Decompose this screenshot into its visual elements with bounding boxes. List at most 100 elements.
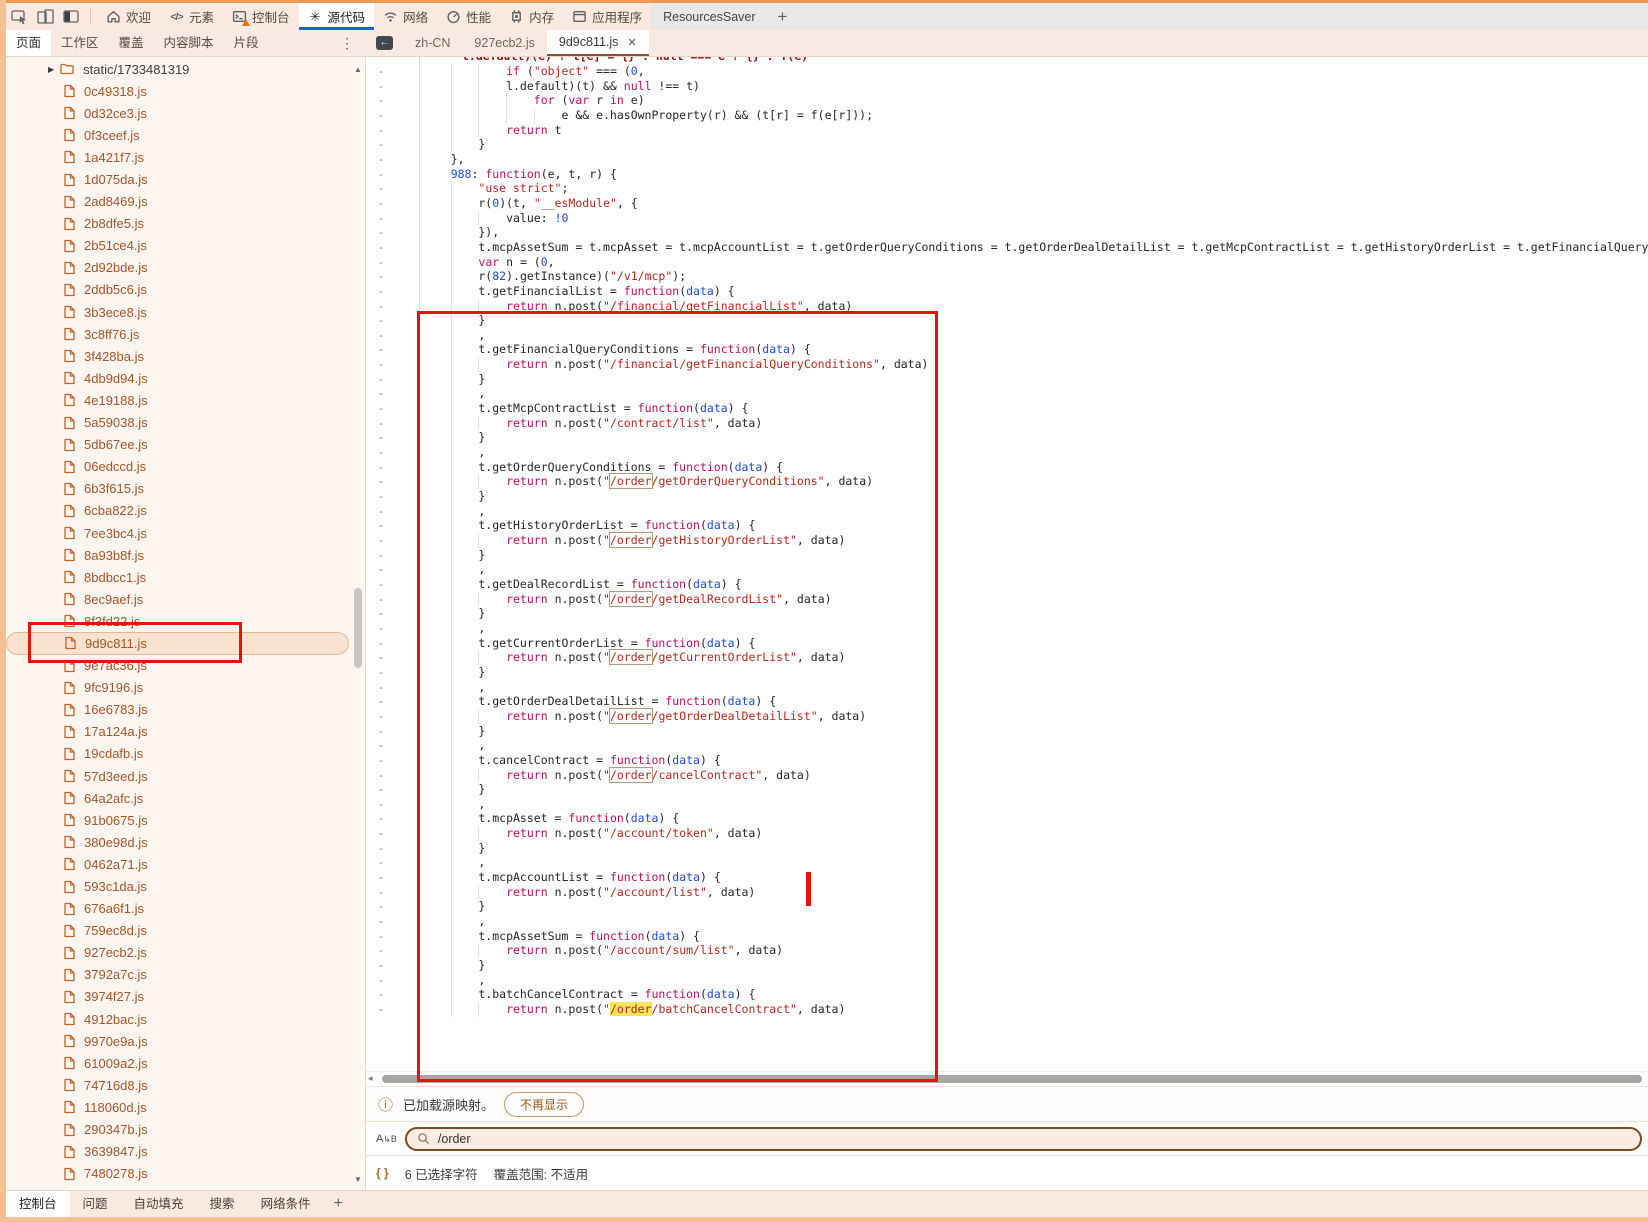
line-gutter-marker[interactable]: - — [366, 386, 396, 401]
line-gutter-marker[interactable]: - — [366, 577, 396, 592]
code-line[interactable]: - t.getOrderQueryConditions = function(d… — [366, 460, 1648, 475]
tree-file-0d32ce3.js[interactable]: 0d32ce3.js — [6, 102, 365, 124]
line-gutter-marker[interactable]: - — [366, 724, 396, 739]
editor-tab-9d9c811.js[interactable]: 9d9c811.js✕ — [547, 30, 649, 56]
code-line[interactable]: - , — [366, 914, 1648, 929]
tree-file-0c49318.js[interactable]: 0c49318.js — [6, 80, 365, 102]
tree-file-6b3f615.js[interactable]: 6b3f615.js — [6, 478, 365, 500]
code-line[interactable]: - } — [366, 430, 1648, 445]
panel-tab-network[interactable]: 网络 — [374, 3, 437, 30]
code-line[interactable]: - if ("object" === (0, — [366, 64, 1648, 79]
code-line[interactable]: - for (var r in e) — [366, 93, 1648, 108]
tree-file-8ec9aef.js[interactable]: 8ec9aef.js — [6, 588, 365, 610]
device-toolbar-icon[interactable] — [32, 3, 58, 30]
code-line[interactable]: - t.getCurrentOrderList = function(data)… — [366, 636, 1648, 651]
line-gutter-marker[interactable]: - — [366, 943, 396, 958]
scroll-down-arrow-icon[interactable]: ▼ — [351, 1175, 365, 1184]
line-gutter-marker[interactable]: - — [366, 929, 396, 944]
navigator-tab-覆盖[interactable]: 覆盖 — [109, 30, 154, 56]
code-line[interactable]: - return n.post("/financial/getFinancial… — [366, 299, 1648, 314]
line-gutter-marker[interactable]: - — [366, 430, 396, 445]
tree-file-06edccd.js[interactable]: 06edccd.js — [6, 456, 365, 478]
line-gutter-marker[interactable]: - — [366, 123, 396, 138]
line-gutter-marker[interactable]: - — [366, 753, 396, 768]
tree-file-19cdafb.js[interactable]: 19cdafb.js — [6, 743, 365, 765]
code-line[interactable]: - return n.post("/financial/getFinancial… — [366, 357, 1648, 372]
code-line[interactable]: - return n.post("/order/getDealRecordLis… — [366, 592, 1648, 607]
line-gutter-marker[interactable]: - — [366, 460, 396, 475]
panel-tab-elements[interactable]: </>元素 — [160, 3, 223, 30]
code-line[interactable]: - return n.post("/order/getHistoryOrderL… — [366, 533, 1648, 548]
tree-file-5db67ee.js[interactable]: 5db67ee.js — [6, 434, 365, 456]
code-line[interactable]: - t.mcpAssetSum = t.mcpAsset = t.mcpAcco… — [366, 240, 1648, 255]
code-line[interactable]: - return n.post("/order/getOrderQueryCon… — [366, 474, 1648, 489]
code-line[interactable]: - } — [366, 841, 1648, 856]
line-gutter-marker[interactable]: - — [366, 372, 396, 387]
code-line[interactable]: - } — [366, 665, 1648, 680]
code-line[interactable]: - } — [366, 958, 1648, 973]
line-gutter-marker[interactable]: - — [366, 196, 396, 211]
code-line[interactable]: - t.getOrderDealDetailList = function(da… — [366, 694, 1648, 709]
code-line[interactable]: - t.mcpAssetSum = function(data) { — [366, 929, 1648, 944]
navigator-tab-内容脚本[interactable]: 内容脚本 — [154, 30, 224, 56]
line-gutter-marker[interactable]: - — [366, 694, 396, 709]
tree-file-7ee3bc4.js[interactable]: 7ee3bc4.js — [6, 522, 365, 544]
scroll-left-arrow-icon[interactable]: ◂ — [368, 1073, 373, 1084]
code-line[interactable]: - return n.post("/account/sum/list", dat… — [366, 943, 1648, 958]
tree-file-1a421f7.js[interactable]: 1a421f7.js — [6, 146, 365, 168]
code-line[interactable]: - , — [366, 445, 1648, 460]
code-line[interactable]: - return n.post("/order/getCurrentOrderL… — [366, 650, 1648, 665]
tree-file-0f3ceef.js[interactable]: 0f3ceef.js — [6, 124, 365, 146]
tree-file-8a93b8f.js[interactable]: 8a93b8f.js — [6, 544, 365, 566]
line-gutter-marker[interactable]: - — [366, 782, 396, 797]
tree-file-380e98d.js[interactable]: 380e98d.js — [6, 831, 365, 853]
more-tabs-button[interactable]: + — [768, 7, 798, 27]
line-gutter-marker[interactable]: - — [366, 255, 396, 270]
tree-file-4e19188.js[interactable]: 4e19188.js — [6, 389, 365, 411]
tree-file-8bdbcc1.js[interactable]: 8bdbcc1.js — [6, 566, 365, 588]
code-editor[interactable]: l.default)(e) ? t[e] = {} : null === e ?… — [366, 57, 1648, 1071]
tree-file-61009a2.js[interactable]: 61009a2.js — [6, 1052, 365, 1074]
code-line[interactable]: - } — [366, 724, 1648, 739]
line-gutter-marker[interactable]: - — [366, 518, 396, 533]
line-gutter-marker[interactable]: - — [366, 489, 396, 504]
tree-file-3c8ff76.js[interactable]: 3c8ff76.js — [6, 323, 365, 345]
panel-tab-sources[interactable]: ✳源代码 — [299, 3, 375, 30]
tree-file-2ad8469.js[interactable]: 2ad8469.js — [6, 191, 365, 213]
tree-file-3b3ece8.js[interactable]: 3b3ece8.js — [6, 301, 365, 323]
tree-folder-row[interactable]: ▶static/1733481319 — [6, 58, 365, 80]
tree-file-2b8dfe5.js[interactable]: 2b8dfe5.js — [6, 213, 365, 235]
navigator-tab-片段[interactable]: 片段 — [224, 30, 269, 56]
tree-file-3792a7c.js[interactable]: 3792a7c.js — [6, 964, 365, 986]
horizontal-scrollbar-thumb[interactable] — [382, 1075, 1642, 1083]
line-gutter-marker[interactable]: - — [366, 313, 396, 328]
tree-file-1d075da.js[interactable]: 1d075da.js — [6, 168, 365, 190]
line-gutter-marker[interactable]: - — [366, 64, 396, 79]
code-line[interactable]: - , — [366, 973, 1648, 988]
code-line[interactable]: - t.mcpAsset = function(data) { — [366, 811, 1648, 826]
code-line[interactable]: - } — [366, 372, 1648, 387]
line-gutter-marker[interactable]: - — [366, 811, 396, 826]
tree-file-3f428ba.js[interactable]: 3f428ba.js — [6, 345, 365, 367]
line-gutter-marker[interactable]: - — [366, 621, 396, 636]
code-line[interactable]: - , — [366, 738, 1648, 753]
tree-file-3639847.js[interactable]: 3639847.js — [6, 1141, 365, 1163]
line-gutter-marker[interactable]: - — [366, 108, 396, 123]
tree-file-9d9c811.js[interactable]: 9d9c811.js — [6, 632, 349, 654]
drawer-tab-搜索[interactable]: 搜索 — [197, 1191, 248, 1217]
tree-file-0462a71.js[interactable]: 0462a71.js — [6, 853, 365, 875]
inspect-icon[interactable] — [6, 3, 32, 30]
tab-resourcessaver[interactable]: ResourcesSaver — [651, 10, 767, 24]
editor-tab-927ecb2.js[interactable]: 927ecb2.js — [462, 30, 546, 56]
line-gutter-marker[interactable]: - — [366, 211, 396, 226]
line-gutter-marker[interactable]: - — [366, 914, 396, 929]
drawer-add-tab-button[interactable]: + — [324, 1191, 353, 1217]
tree-file-9fc9196.js[interactable]: 9fc9196.js — [6, 677, 365, 699]
code-line[interactable]: - , — [366, 621, 1648, 636]
code-line[interactable]: - } — [366, 489, 1648, 504]
line-gutter-marker[interactable]: - — [366, 269, 396, 284]
line-gutter-marker[interactable]: - — [366, 768, 396, 783]
code-line[interactable]: - return n.post("/account/list", data) — [366, 885, 1648, 900]
navigator-tab-页面[interactable]: 页面 — [6, 30, 51, 56]
line-gutter-marker[interactable]: - — [366, 987, 396, 1002]
